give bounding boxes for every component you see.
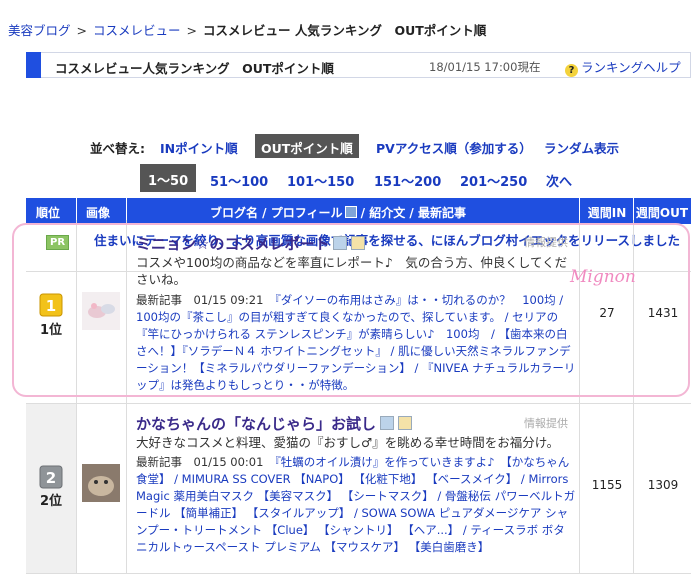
- update-timestamp: 18/01/15 17:00現在: [429, 60, 541, 74]
- sort-random[interactable]: ランダム表示: [544, 138, 619, 157]
- breadcrumb: 美容ブログ > コスメレビュー > コスメレビュー 人気ランキング OUTポイント順: [8, 20, 486, 39]
- blog-name-link[interactable]: かなちゃんの「なんじゃら」お試し: [136, 413, 413, 434]
- breadcrumb-current: コスメレビュー 人気ランキング OUTポイント順: [203, 23, 487, 38]
- handwritten-annotation: Mignon: [570, 267, 636, 287]
- ranking-help-label[interactable]: ランキングヘルプ: [581, 60, 681, 75]
- profile-icon: [344, 206, 357, 218]
- breadcrumb-home-link[interactable]: 美容ブログ: [8, 23, 71, 38]
- svg-text:2: 2: [46, 469, 56, 487]
- header-image: 画像: [86, 206, 111, 220]
- sort-bar: 並べ替え: INポイント順 OUTポイント順 PVアクセス順（参加する） ランダ…: [26, 134, 691, 158]
- page-title: コスメレビュー人気ランキング OUTポイント順: [55, 61, 334, 76]
- star-icon[interactable]: [398, 416, 413, 430]
- pagination: 1～50 51～100 101～150 151～200 201～250 次へ: [26, 164, 691, 192]
- breadcrumb-category-link[interactable]: コスメレビュー: [93, 23, 181, 38]
- ranking-help-link[interactable]: ? ランキングヘルプ: [565, 57, 681, 77]
- profile-icon[interactable]: [380, 416, 395, 430]
- header-rank: 順位: [36, 206, 61, 220]
- recent-article-links[interactable]: 『牡蠣のオイル漬け』を作っていきますよ♪ 【かなちゃん食堂】 / MIMURA …: [136, 455, 575, 554]
- breadcrumb-separator: >: [186, 23, 197, 38]
- rank-label: 2位: [39, 494, 63, 509]
- silver-rank-icon: 2: [39, 465, 63, 489]
- page-next[interactable]: 次へ: [546, 171, 572, 190]
- sort-in-points[interactable]: INポイント順: [160, 138, 238, 157]
- blog-description: 大好きなコスメと料理、愛猫の『おすし♂』を眺める幸せ時間をお福分け。: [136, 435, 560, 450]
- weekly-out-value: 1309: [647, 478, 679, 492]
- recent-articles: 最新記事 01/15 00:01 『牡蠣のオイル漬け』を作っていきますよ♪ 【か…: [136, 455, 576, 554]
- ranking-title-bar: コスメレビュー人気ランキング OUTポイント順 18/01/15 17:00現在…: [26, 52, 691, 78]
- page-151-200[interactable]: 151～200: [374, 171, 441, 190]
- sort-out-points-selected[interactable]: OUTポイント順: [255, 134, 359, 158]
- info-provider-label: 情報提供: [524, 417, 568, 430]
- page-201-250[interactable]: 201～250: [460, 171, 527, 190]
- title-accent-bar: [26, 52, 41, 78]
- page-101-150[interactable]: 101～150: [287, 171, 354, 190]
- help-icon: ?: [565, 64, 578, 77]
- page-51-100[interactable]: 51～100: [210, 171, 268, 190]
- header-weekly-in: 週間IN: [587, 206, 627, 220]
- header-blog-profile: ブログ名 / プロフィール / 紹介文 / 最新記事: [210, 206, 466, 220]
- weekly-in-value: 1155: [591, 478, 623, 492]
- sort-pv-access[interactable]: PVアクセス順（参加する）: [376, 138, 532, 157]
- page-1-50-selected[interactable]: 1～50: [140, 164, 197, 192]
- breadcrumb-separator: >: [76, 23, 87, 38]
- sort-label: 並べ替え:: [90, 141, 145, 156]
- highlight-annotation: [12, 223, 690, 397]
- blog-thumbnail[interactable]: [82, 464, 120, 502]
- ranking-row: 2 2位 かなちゃんの「なんじゃら」お試し 情報提供 大好きなコスメと料理、愛猫…: [26, 404, 691, 574]
- header-weekly-out: 週間OUT: [635, 206, 689, 220]
